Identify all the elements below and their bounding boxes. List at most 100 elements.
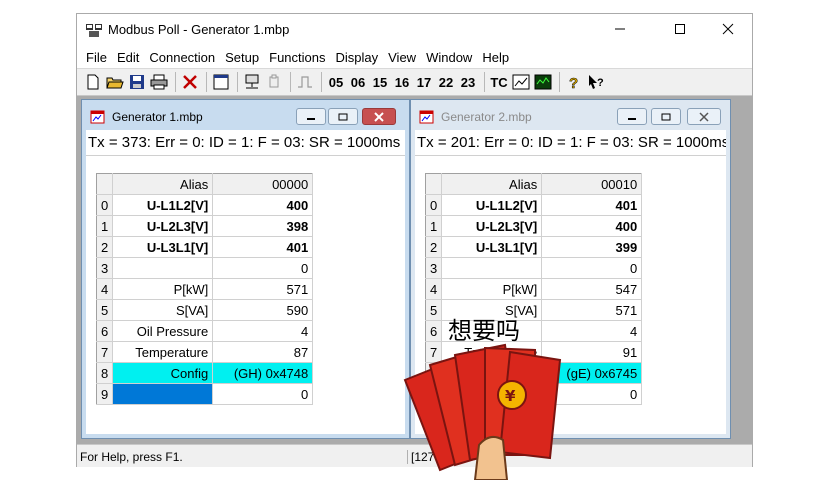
minimize-button[interactable] (597, 14, 643, 44)
row-number: 6 (424, 320, 443, 342)
disconnect-button[interactable] (264, 71, 284, 93)
value-cell[interactable]: 398 (212, 215, 314, 237)
selected-alias-cell[interactable] (112, 383, 214, 405)
value-cell[interactable]: 571 (541, 299, 643, 321)
menu-functions[interactable]: Functions (264, 50, 330, 65)
child-close-button[interactable] (687, 108, 721, 125)
function-15-button[interactable]: 15 (370, 71, 390, 93)
alias-cell[interactable]: U-L1L2[V] (112, 194, 214, 216)
context-help-button[interactable]: ? (586, 71, 606, 93)
child-maximize-button[interactable] (328, 108, 358, 125)
window-button[interactable] (211, 71, 231, 93)
help-button[interactable]: ? (564, 71, 584, 93)
chart-button[interactable] (511, 71, 531, 93)
value-cell[interactable]: 571 (212, 278, 314, 300)
table-row-highlighted[interactable]: 8 Config (GH) 0x4748 (95, 362, 314, 384)
child-title: Generator 1.mbp (112, 110, 203, 124)
alias-cell[interactable]: U-L2L3[V] (112, 215, 214, 237)
print-button[interactable] (149, 71, 169, 93)
tc-button[interactable]: TC (489, 71, 509, 93)
alias-cell[interactable]: Temperature (112, 341, 214, 363)
alias-cell[interactable]: Oil Pressure (112, 320, 214, 342)
value-cell[interactable]: 4 (541, 320, 643, 342)
child-window-generator-1[interactable]: Generator 1.mbp Tx = 373: Err = 0: ID = … (82, 100, 409, 438)
value-cell[interactable]: 400 (212, 194, 314, 216)
table-row[interactable]: 4 P[kW] 571 (95, 278, 314, 300)
function-16-button[interactable]: 16 (392, 71, 412, 93)
table-row[interactable]: 7 Temperature 87 (95, 341, 314, 363)
toolbar-separator (484, 72, 485, 92)
menu-view[interactable]: View (383, 50, 421, 65)
value-cell[interactable]: 547 (541, 278, 643, 300)
value-cell[interactable]: 400 (541, 215, 643, 237)
table-row[interactable]: 6 Oil Pressure 4 (95, 320, 314, 342)
table-row[interactable]: 30 (95, 257, 314, 279)
function-22-button[interactable]: 22 (436, 71, 456, 93)
table-row[interactable]: 30 (424, 257, 643, 279)
alias-cell[interactable]: Config (112, 362, 214, 384)
minimize-icon (615, 28, 625, 30)
value-cell[interactable]: (GH) 0x4748 (212, 362, 314, 384)
table-row[interactable]: 5 S[VA] 590 (95, 299, 314, 321)
alias-cell[interactable]: U-L1L2[V] (441, 194, 543, 216)
save-button[interactable] (127, 71, 147, 93)
table-row[interactable]: 1 U-L2L3[V] 398 (95, 215, 314, 237)
document-icon (419, 110, 434, 124)
value-cell[interactable]: 590 (212, 299, 314, 321)
menu-display[interactable]: Display (331, 50, 384, 65)
open-button[interactable] (105, 71, 125, 93)
table-row[interactable]: 4 P[kW] 547 (424, 278, 643, 300)
value-cell[interactable]: 401 (212, 236, 314, 258)
child-title-bar[interactable]: Generator 2.mbp (415, 104, 726, 130)
table-row[interactable]: 2 U-L3L1[V] 401 (95, 236, 314, 258)
close-button[interactable] (705, 14, 751, 44)
menu-edit[interactable]: Edit (112, 50, 144, 65)
child-minimize-button[interactable] (617, 108, 647, 125)
value-cell[interactable]: 4 (212, 320, 314, 342)
value-cell[interactable]: 399 (541, 236, 643, 258)
function-23-button[interactable]: 23 (458, 71, 478, 93)
table-row[interactable]: 0 U-L1L2[V] 400 (95, 194, 314, 216)
close-icon (699, 111, 709, 122)
function-05-button[interactable]: 05 (326, 71, 346, 93)
alias-cell[interactable] (112, 257, 214, 279)
disconnect-icon (269, 74, 279, 88)
child-minimize-button[interactable] (296, 108, 326, 125)
value-cell[interactable]: 87 (212, 341, 314, 363)
pulse-button[interactable] (295, 71, 315, 93)
menu-file[interactable]: File (81, 50, 112, 65)
table-row[interactable]: 2 U-L3L1[V] 399 (424, 236, 643, 258)
value-cell[interactable]: 0 (212, 257, 314, 279)
monitor-button[interactable] (533, 71, 553, 93)
value-cell[interactable]: 0 (541, 257, 643, 279)
row-number: 3 (424, 257, 443, 279)
table-row[interactable]: 1 U-L2L3[V] 400 (424, 215, 643, 237)
alias-cell[interactable]: P[kW] (441, 278, 543, 300)
new-button[interactable] (83, 71, 103, 93)
table-row[interactable]: 90 (95, 383, 314, 405)
menu-help[interactable]: Help (477, 50, 514, 65)
function-06-button[interactable]: 06 (348, 71, 368, 93)
row-number: 1 (424, 215, 443, 237)
alias-column-header: Alias (441, 173, 543, 195)
alias-cell[interactable] (441, 257, 543, 279)
delete-button[interactable] (180, 71, 200, 93)
child-maximize-button[interactable] (651, 108, 681, 125)
maximize-button[interactable] (657, 14, 703, 44)
alias-cell[interactable]: P[kW] (112, 278, 214, 300)
menu-connection[interactable]: Connection (144, 50, 220, 65)
minimize-icon (628, 117, 636, 120)
value-cell[interactable]: 0 (212, 383, 314, 405)
alias-cell[interactable]: U-L3L1[V] (441, 236, 543, 258)
connect-button[interactable] (242, 71, 262, 93)
alias-cell[interactable]: S[VA] (112, 299, 214, 321)
menu-window[interactable]: Window (421, 50, 477, 65)
value-cell[interactable]: 401 (541, 194, 643, 216)
menu-setup[interactable]: Setup (220, 50, 264, 65)
alias-cell[interactable]: U-L2L3[V] (441, 215, 543, 237)
alias-cell[interactable]: U-L3L1[V] (112, 236, 214, 258)
child-title-bar[interactable]: Generator 1.mbp (86, 104, 405, 130)
table-row[interactable]: 0 U-L1L2[V] 401 (424, 194, 643, 216)
function-17-button[interactable]: 17 (414, 71, 434, 93)
child-close-button[interactable] (362, 108, 396, 125)
